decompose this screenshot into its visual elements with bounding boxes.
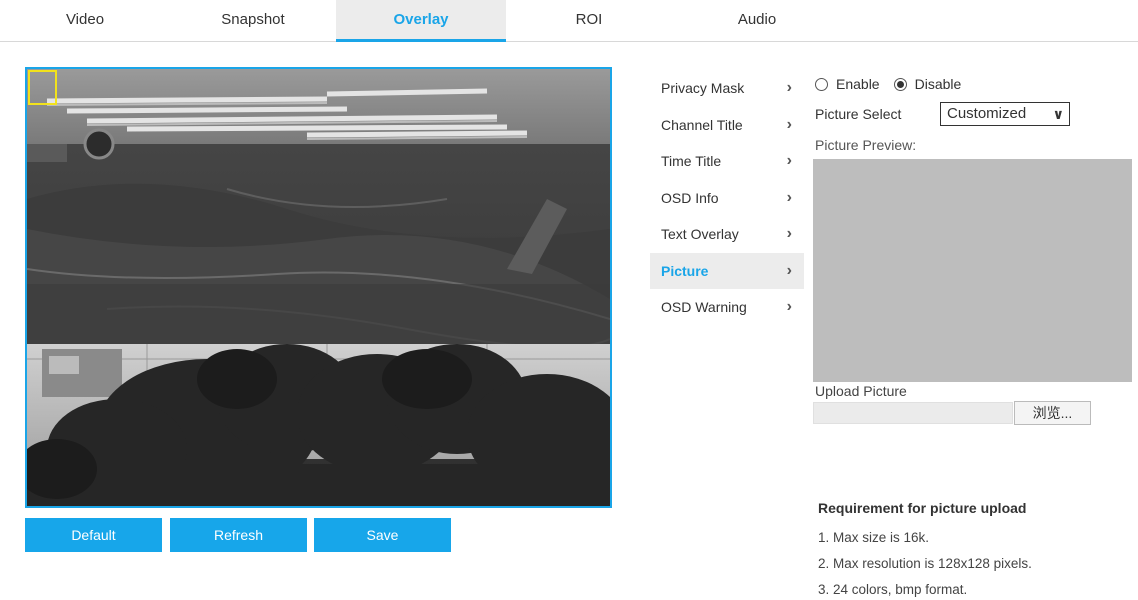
chevron-right-icon: › (786, 298, 792, 315)
menu-item-channel-title[interactable]: Channel Title › (650, 107, 804, 144)
picture-preview-area (813, 159, 1132, 382)
menu-item-privacy-mask[interactable]: Privacy Mask › (650, 70, 804, 107)
menu-item-osd-info[interactable]: OSD Info › (650, 180, 804, 217)
top-tab-bar: Video Snapshot Overlay ROI Audio (0, 0, 1138, 42)
tab-roi[interactable]: ROI (504, 0, 674, 42)
picture-select-dropdown[interactable]: Customized ∨ (940, 102, 1070, 126)
requirement-item: 1. Max size is 16k. (818, 530, 930, 545)
picture-preview-label: Picture Preview: (815, 137, 917, 153)
tab-overlay[interactable]: Overlay (336, 0, 506, 42)
save-button[interactable]: Save (314, 518, 451, 552)
picture-select-value: Customized (947, 105, 1027, 122)
menu-item-osd-warning[interactable]: OSD Warning › (650, 289, 804, 326)
enable-radio-group: Enable Disable (815, 74, 975, 94)
menu-item-label: Channel Title (661, 116, 743, 133)
menu-item-picture[interactable]: Picture › (650, 252, 804, 289)
menu-item-label: Privacy Mask (661, 80, 745, 96)
refresh-button[interactable]: Refresh (170, 518, 307, 552)
picture-overlay-marker[interactable] (28, 70, 57, 105)
menu-item-text-overlay[interactable]: Text Overlay › (650, 216, 804, 253)
video-preview[interactable] (25, 67, 612, 508)
menu-item-label: Picture (661, 262, 709, 279)
menu-item-label: OSD Warning (661, 299, 747, 315)
browse-button[interactable]: 浏览... (1014, 401, 1091, 425)
picture-select-label: Picture Select (815, 106, 902, 122)
requirement-item: 3. 24 colors, bmp format. (818, 582, 968, 597)
upload-picture-label: Upload Picture (815, 383, 907, 399)
menu-item-label: Time Title (661, 153, 722, 169)
disable-label: Disable (914, 76, 962, 92)
disable-radio[interactable] (893, 77, 907, 91)
tab-audio[interactable]: Audio (672, 0, 842, 42)
tab-snapshot[interactable]: Snapshot (168, 0, 338, 42)
camera-feed-image (27, 69, 610, 506)
chevron-right-icon: › (786, 79, 792, 96)
menu-item-label: Text Overlay (661, 226, 739, 242)
enable-radio[interactable] (815, 77, 828, 91)
requirements-title: Requirement for picture upload (818, 500, 1027, 516)
upload-file-field[interactable] (813, 402, 1013, 424)
default-button[interactable]: Default (25, 518, 162, 552)
chevron-right-icon: › (786, 188, 792, 206)
tab-video[interactable]: Video (0, 0, 170, 42)
chevron-right-icon: › (786, 152, 792, 169)
overlay-side-menu: Privacy Mask › Channel Title › Time Titl… (650, 70, 804, 326)
enable-label: Enable (836, 76, 880, 92)
chevron-right-icon: › (786, 225, 792, 242)
chevron-right-icon: › (786, 261, 792, 279)
menu-item-time-title[interactable]: Time Title › (650, 143, 804, 180)
requirement-item: 2. Max resolution is 128x128 pixels. (818, 556, 1032, 571)
menu-item-label: OSD Info (661, 189, 719, 206)
chevron-down-icon: ∨ (1052, 106, 1064, 122)
chevron-right-icon: › (786, 115, 792, 133)
